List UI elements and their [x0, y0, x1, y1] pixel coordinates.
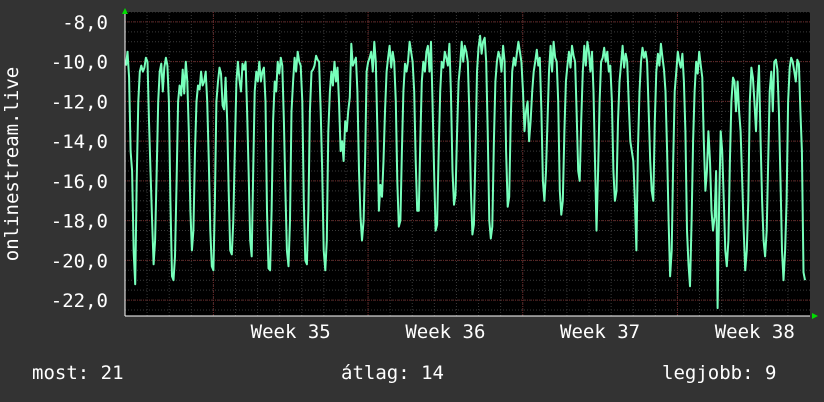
- x-tick-labels: Week 35 Week 36 Week 37 Week 38: [251, 321, 795, 343]
- y-axis-arrow: [122, 8, 128, 14]
- y-tick-label: -10,0: [51, 52, 108, 74]
- y-axis-title: onlinestream.live: [1, 67, 23, 261]
- y-tick-label: -22,0: [51, 290, 108, 312]
- y-tick-label: -18,0: [51, 211, 108, 233]
- stat-best: legjobb: 9: [662, 362, 777, 384]
- y-tick-label: -8,0: [62, 12, 108, 34]
- y-tick-label: -20,0: [51, 250, 108, 272]
- x-tick-label: Week 37: [560, 321, 640, 343]
- y-tick-label: -16,0: [51, 171, 108, 193]
- y-tick-label: -14,0: [51, 131, 108, 153]
- stat-current: most: 21: [32, 362, 124, 384]
- chart: -8,0-10,0-12,0-14,0-16,0-18,0-20,0-22,0 …: [1, 8, 818, 343]
- x-tick-label: Week 35: [251, 321, 331, 343]
- x-tick-label: Week 38: [715, 321, 795, 343]
- y-tick-labels: -8,0 -10,0 -12,0 -14,0 -16,0 -18,0 -20,0 -22,0: [51, 12, 108, 312]
- x-axis-arrow: [812, 313, 818, 319]
- stat-average: átlag: 14: [341, 362, 444, 384]
- x-tick-label: Week 36: [405, 321, 485, 343]
- y-tick-label: -12,0: [51, 91, 108, 113]
